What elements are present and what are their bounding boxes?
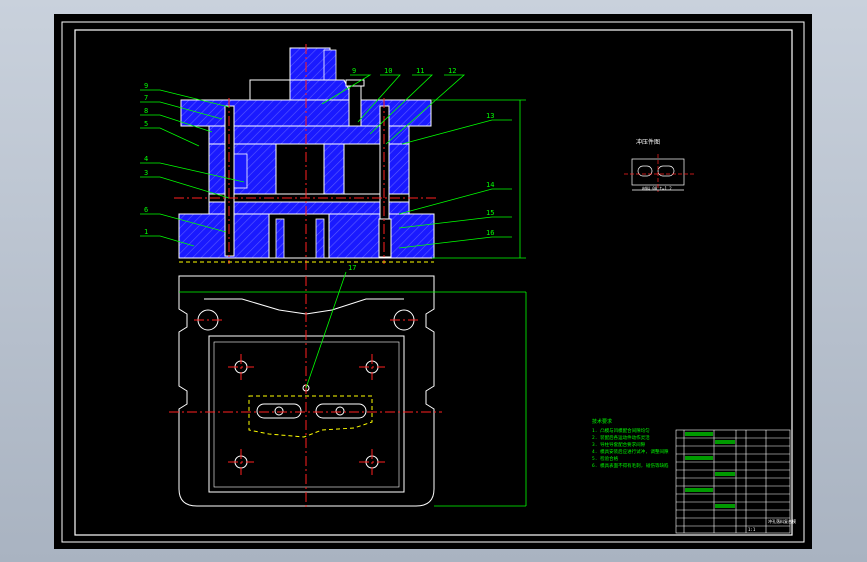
cad-viewport[interactable]: 9 7 8 5 4 3 6 1 9 10 11 12 13 14 15 16 1… [54, 14, 812, 549]
svg-text:3. 导柱导套配合要求间隙: 3. 导柱导套配合要求间隙 [592, 441, 646, 448]
detail-note: 材料 08 t=1.2 [642, 185, 672, 191]
detail-title: 冲压件图 [636, 138, 660, 146]
svg-text:14: 14 [486, 181, 494, 189]
svg-text:6: 6 [144, 206, 148, 214]
tech-requirements: 技术要求 1. 凸模与凹模配合间隙均匀 2. 装配后各运动件动作灵活 3. 导柱… [592, 418, 669, 469]
svg-text:2. 装配后各运动件动作灵活: 2. 装配后各运动件动作灵活 [592, 434, 650, 441]
svg-text:9: 9 [144, 82, 148, 90]
svg-text:6. 模具表面不得有毛刺, 碰伤等缺陷: 6. 模具表面不得有毛刺, 碰伤等缺陷 [592, 462, 669, 469]
svg-text:11: 11 [416, 67, 424, 75]
svg-text:10: 10 [384, 67, 392, 75]
svg-text:1: 1 [144, 228, 148, 236]
part-labels-left: 9 7 8 5 4 3 6 1 [144, 82, 148, 236]
drawing-scale: 1:1 [748, 527, 756, 532]
svg-text:16: 16 [486, 229, 494, 237]
plan-dimensions [179, 271, 527, 507]
svg-text:4: 4 [144, 155, 148, 163]
part-detail-view: 冲压件图 材料 08 t=1.2 [624, 138, 694, 192]
title-block [675, 429, 791, 534]
svg-text:8: 8 [144, 107, 148, 115]
svg-text:3: 3 [144, 169, 148, 177]
cad-drawing: 9 7 8 5 4 3 6 1 9 10 11 12 13 14 15 16 1… [61, 21, 805, 543]
svg-text:1. 凸模与凹模配合间隙均匀: 1. 凸模与凹模配合间隙均匀 [592, 427, 650, 434]
drawing-name: 冲孔落料复合模 [768, 518, 796, 524]
part-hidden-outline [248, 395, 373, 438]
svg-text:5. 检验合格: 5. 检验合格 [592, 455, 619, 462]
svg-text:12: 12 [448, 67, 456, 75]
leader-label: 17 [348, 264, 356, 272]
svg-text:5: 5 [144, 120, 148, 128]
front-section-view [174, 44, 439, 272]
svg-text:技术要求: 技术要求 [592, 418, 612, 425]
svg-text:15: 15 [486, 209, 494, 217]
svg-text:7: 7 [144, 94, 148, 102]
svg-text:13: 13 [486, 112, 494, 120]
svg-text:4. 模具安装后应进行试冲, 调整间隙: 4. 模具安装后应进行试冲, 调整间隙 [592, 448, 669, 455]
svg-text:9: 9 [352, 67, 356, 75]
